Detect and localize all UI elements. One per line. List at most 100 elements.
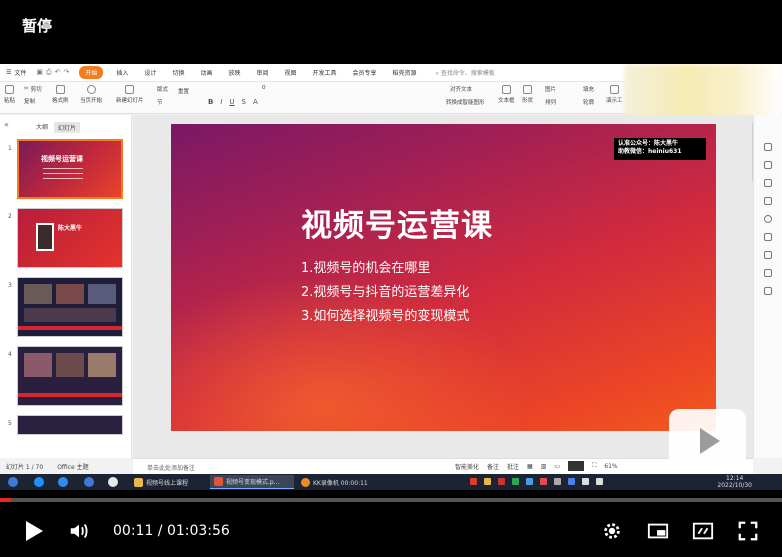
format-icon[interactable] [764, 197, 772, 205]
smartart-button[interactable]: 转换成智能图形 [446, 98, 485, 106]
underline-button[interactable]: U [229, 98, 234, 106]
tray-icon[interactable] [470, 478, 477, 485]
redo-icon[interactable]: ↷ [64, 68, 70, 77]
text-align-button[interactable]: 对齐文本 [450, 85, 472, 93]
picture-button[interactable]: 图片 [545, 85, 556, 93]
miniplayer-icon[interactable] [647, 520, 669, 542]
chrome-icon[interactable] [108, 477, 118, 487]
tray-icon[interactable] [568, 478, 575, 485]
tab-slideshow[interactable]: 放映 [225, 66, 243, 79]
tab-developer[interactable]: 开发工具 [310, 66, 340, 79]
portrait-image [36, 223, 54, 251]
reset-button[interactable]: 重置 [178, 87, 189, 95]
tray-icon[interactable] [554, 478, 561, 485]
command-search[interactable]: ⌕ 查找命令、搜索模板 [436, 68, 495, 78]
font-size-field[interactable]: 0 [262, 85, 266, 91]
tab-member[interactable]: 会员专享 [350, 66, 380, 79]
fit-icon[interactable]: ⛶ [592, 462, 596, 470]
textbox-button[interactable]: 文本框 [498, 85, 515, 104]
theater-mode-icon[interactable] [692, 520, 714, 542]
format-painter-button[interactable]: 格式刷 [52, 85, 69, 104]
from-current-button[interactable]: 当页开始 [80, 85, 102, 104]
shapes-icon[interactable] [764, 179, 772, 187]
tab-design[interactable]: 设计 [141, 66, 159, 79]
taskbar-app-recorder[interactable]: KK录像机 00:00:11 [297, 475, 377, 489]
tab-transition[interactable]: 切换 [169, 66, 187, 79]
pause-status-label: 暂停 [22, 17, 53, 35]
tab-animation[interactable]: 动画 [197, 66, 215, 79]
presenter-button[interactable]: 演示工 [606, 85, 623, 104]
slide-thumb-3[interactable] [17, 277, 123, 337]
slide-thumb-2[interactable]: 陈大黑牛 [17, 208, 123, 268]
settings-icon[interactable] [764, 143, 772, 151]
star-icon[interactable] [764, 161, 772, 169]
slide-thumb-5[interactable] [17, 415, 123, 435]
tray-icon[interactable] [526, 478, 533, 485]
cut-button[interactable]: ✂ 剪切 [24, 85, 42, 93]
file-menu[interactable]: ☰ 文件 [6, 68, 26, 77]
shape-button[interactable]: 形状 [522, 85, 533, 104]
taskbar-app-folder[interactable]: 视频号线上课程 [130, 475, 206, 489]
taskbar-app-wps[interactable]: 视频号变现模式.p... [210, 475, 294, 489]
tray-icon[interactable] [484, 478, 491, 485]
browser-icon[interactable] [84, 477, 94, 487]
collapse-panel-icon[interactable]: « [4, 120, 9, 129]
tab-home[interactable]: 开始 [79, 66, 104, 79]
slide-thumb-1[interactable]: 视频号运营课 [17, 139, 123, 199]
tray-icon[interactable] [596, 478, 603, 485]
tray-icon[interactable] [582, 478, 589, 485]
print-icon[interactable]: ⎙ [46, 68, 52, 77]
strikethrough-button[interactable]: S [242, 98, 246, 106]
slideshow-play-button[interactable] [568, 461, 585, 471]
tab-view[interactable]: 视图 [282, 66, 300, 79]
location-icon[interactable] [764, 269, 772, 277]
current-slide[interactable]: 认准公众号：陈大黑牛 助教微信：heiniu631 视频号运营课 1.视频号的机… [171, 124, 716, 431]
outline-button[interactable]: 轮廓 [583, 98, 594, 106]
notes-toggle-button[interactable]: 备注 [487, 462, 499, 471]
recorded-screen[interactable]: ☰ 文件 ▣ ⎙ ↶ ↷ 开始 插入 设计 切换 动画 放映 审阅 视图 开发工… [0, 64, 782, 490]
tab-review[interactable]: 审阅 [253, 66, 271, 79]
settings-gear-icon[interactable] [601, 520, 623, 542]
section-button[interactable]: 节 [157, 98, 163, 106]
tray-icon[interactable] [498, 478, 505, 485]
sorter-view-icon[interactable]: ▥ [541, 463, 547, 470]
tray-icon[interactable] [540, 478, 547, 485]
slide-thumb-4[interactable] [17, 346, 123, 406]
tab-outline[interactable]: 大纲 [36, 122, 48, 133]
undo-icon[interactable]: ↶ [55, 68, 61, 77]
normal-view-icon[interactable]: ▦ [527, 463, 533, 470]
tab-resources[interactable]: 稻壳资源 [390, 66, 420, 79]
tray-icon[interactable] [512, 478, 519, 485]
thumb-number: 4 [8, 351, 12, 358]
fullscreen-icon[interactable] [737, 520, 759, 542]
play-icon[interactable] [26, 521, 43, 541]
comments-button[interactable]: 批注 [507, 462, 519, 471]
arrange-button[interactable]: 排列 [545, 98, 556, 106]
bold-button[interactable]: B [208, 98, 213, 106]
thumb-image [56, 353, 84, 377]
volume-icon[interactable] [68, 520, 90, 542]
font-color-button[interactable]: A [253, 98, 258, 106]
help-icon[interactable] [764, 215, 772, 223]
paste-button[interactable]: 粘贴 [4, 85, 15, 104]
reading-view-icon[interactable]: ▭ [554, 463, 560, 470]
panel-icon[interactable] [764, 287, 772, 295]
save-icon[interactable]: ▣ [36, 68, 43, 77]
layout-button[interactable]: 版式 [157, 85, 168, 93]
progress-bar[interactable] [0, 498, 782, 502]
ie-icon[interactable] [34, 477, 44, 487]
share-icon[interactable] [764, 251, 772, 259]
new-slide-button[interactable]: 新建幻灯片 [116, 85, 144, 104]
copy-button[interactable]: 复制 [24, 97, 35, 105]
start-icon[interactable] [8, 477, 18, 487]
edge-icon[interactable] [58, 477, 68, 487]
tab-insert[interactable]: 插入 [113, 66, 131, 79]
smart-beautify-button[interactable]: 智能美化 [455, 462, 479, 471]
fill-button[interactable]: 填充 [583, 85, 594, 93]
italic-button[interactable]: I [220, 98, 222, 106]
zoom-level[interactable]: 61% [604, 463, 617, 470]
taskbar-clock[interactable]: 12:14 2022/10/30 [717, 475, 752, 489]
tab-slides[interactable]: 幻灯片 [54, 122, 81, 133]
big-play-button[interactable] [669, 409, 746, 473]
image-icon[interactable] [764, 233, 772, 241]
